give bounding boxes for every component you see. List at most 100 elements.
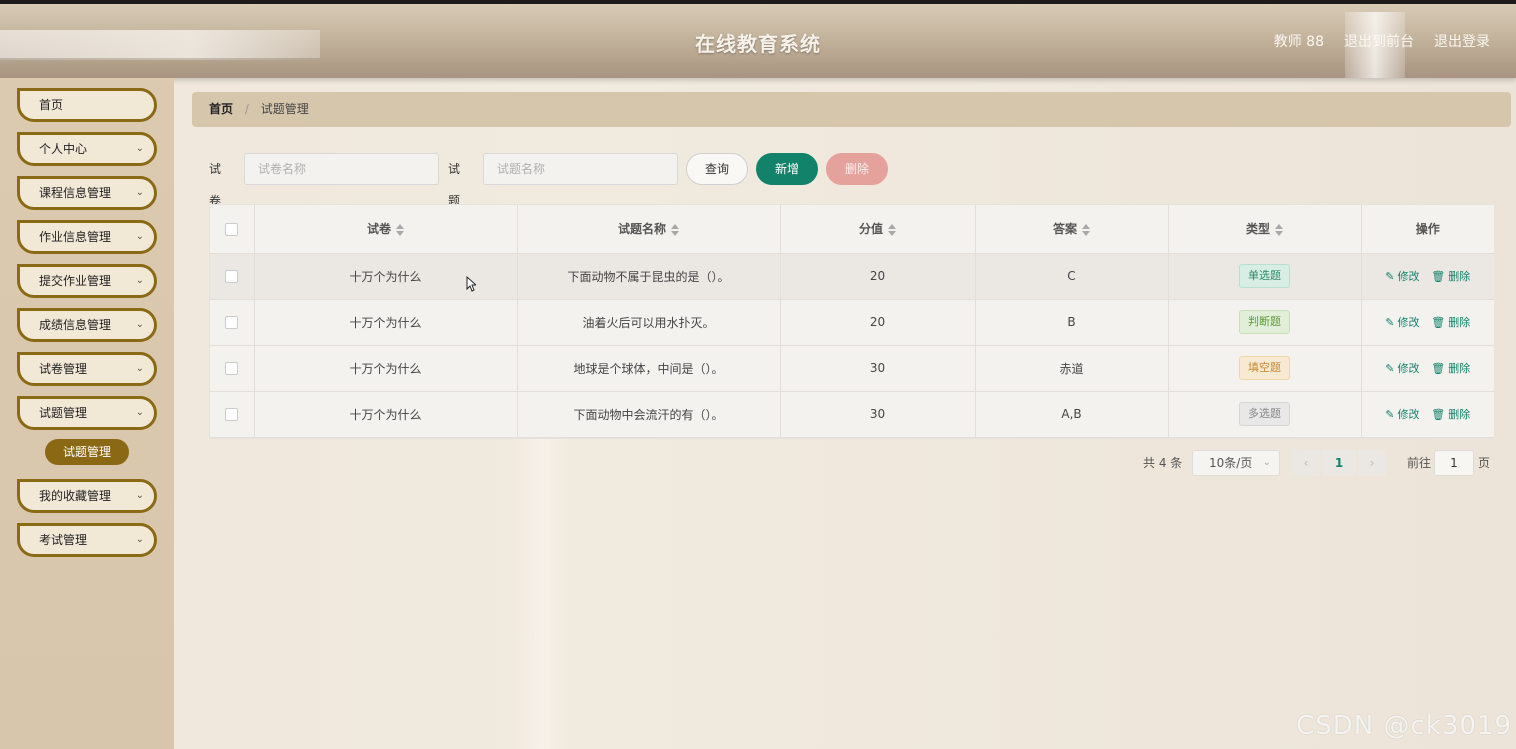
sidebar-item-label: 首页 <box>39 98 64 112</box>
delete-button[interactable]: 🗑 删除 <box>1431 316 1470 329</box>
chevron-down-icon: ⌄ <box>1262 457 1271 468</box>
trash-icon: 🗑 <box>1431 270 1446 283</box>
sidebar-item-grades[interactable]: 成绩信息管理 ⌄ <box>17 308 157 342</box>
cell-paper: 十万个为什么 <box>254 391 518 438</box>
cell-paper: 十万个为什么 <box>254 253 518 300</box>
cell-paper: 十万个为什么 <box>254 345 518 392</box>
sort-icon[interactable] <box>888 223 896 236</box>
delete-button[interactable]: 🗑 删除 <box>1431 270 1470 283</box>
table-row: 十万个为什么 地球是个球体，中间是（）。 30 赤道 填空题 ✎ 修改 🗑 删除 <box>210 345 1494 392</box>
header-actions: 教师 88 退出到前台 退出登录 <box>1274 31 1490 51</box>
add-button[interactable]: 新增 <box>756 153 818 185</box>
sidebar-item-homework-info[interactable]: 作业信息管理 ⌄ <box>17 220 157 254</box>
sort-icon[interactable] <box>1082 223 1090 236</box>
chevron-down-icon: ⌄ <box>135 407 144 418</box>
select-all-checkbox[interactable] <box>225 222 239 236</box>
chevron-down-icon: ⌄ <box>135 143 144 154</box>
breadcrumb: 首页 / 试题管理 <box>192 92 1511 127</box>
type-tag: 单选题 <box>1239 264 1290 288</box>
prev-page-button[interactable]: ‹ <box>1292 450 1320 476</box>
table-row: 十万个为什么 下面动物不属于昆虫的是（）。 20 C 单选题 ✎ 修改 🗑 删除 <box>210 253 1494 300</box>
sidebar-item-submit-homework[interactable]: 提交作业管理 ⌄ <box>17 264 157 298</box>
sidebar-item-questions[interactable]: 试题管理 ⌄ <box>17 396 157 430</box>
mouse-cursor-icon <box>466 276 476 292</box>
trash-icon: 🗑 <box>1431 408 1446 421</box>
cell-answer: A,B <box>975 391 1169 438</box>
row-checkbox[interactable] <box>225 408 239 421</box>
edit-icon: ✎ <box>1385 362 1395 375</box>
goto-page-input[interactable] <box>1434 450 1474 476</box>
paper-name-input[interactable] <box>244 153 439 185</box>
sidebar-subitem-questions[interactable]: 试题管理 <box>45 439 129 465</box>
cell-score: 30 <box>780 391 976 438</box>
cell-question-name: 下面动物中会流汗的有（）。 <box>517 391 781 438</box>
page-number[interactable]: 1 <box>1322 450 1356 476</box>
sidebar-item-home[interactable]: 首页 <box>17 88 157 122</box>
page-suffix: 页 <box>1478 456 1491 470</box>
cell-score: 30 <box>780 345 976 392</box>
user-name: 教师 88 <box>1273 34 1324 50</box>
edit-button[interactable]: ✎ 修改 <box>1385 362 1419 375</box>
edit-button[interactable]: ✎ 修改 <box>1385 270 1419 283</box>
batch-delete-button[interactable]: 删除 <box>826 153 888 185</box>
top-header: 在线教育系统 教师 88 退出到前台 退出登录 <box>0 0 1516 78</box>
col-header-paper[interactable]: 试卷 <box>254 205 518 254</box>
watermark: CSDN @ck3019 <box>1296 711 1512 741</box>
to-front-link[interactable]: 退出到前台 <box>1344 31 1414 51</box>
col-header-score[interactable]: 分值 <box>780 205 976 254</box>
type-tag: 判断题 <box>1239 310 1290 334</box>
col-header-answer[interactable]: 答案 <box>975 205 1169 254</box>
type-tag: 多选题 <box>1239 402 1290 426</box>
edit-icon: ✎ <box>1385 270 1395 283</box>
question-name-input[interactable] <box>483 153 678 185</box>
trash-icon: 🗑 <box>1431 362 1446 375</box>
chevron-down-icon: ⌄ <box>135 231 144 242</box>
edit-icon: ✎ <box>1385 408 1395 421</box>
page-size-select[interactable]: 10条/页 ⌄ <box>1192 450 1280 476</box>
goto-label: 前往 <box>1407 456 1432 470</box>
breadcrumb-home[interactable]: 首页 <box>209 102 233 116</box>
logout-link[interactable]: 退出登录 <box>1434 31 1490 51</box>
sidebar-item-label: 成绩信息管理 <box>39 318 112 332</box>
cell-answer: 赤道 <box>975 345 1169 392</box>
next-page-button[interactable]: › <box>1358 450 1386 476</box>
cell-answer: C <box>975 253 1169 300</box>
sidebar-item-exams[interactable]: 考试管理 ⌄ <box>17 523 157 557</box>
chevron-left-icon: ‹ <box>1303 456 1309 470</box>
row-checkbox[interactable] <box>225 270 239 283</box>
row-checkbox[interactable] <box>225 362 239 375</box>
delete-button[interactable]: 🗑 删除 <box>1431 362 1470 375</box>
breadcrumb-current: 试题管理 <box>260 102 309 116</box>
sidebar-item-label: 我的收藏管理 <box>39 489 112 503</box>
chevron-down-icon: ⌄ <box>135 187 144 198</box>
col-header-type[interactable]: 类型 <box>1168 205 1362 254</box>
cell-question-name: 油着火后可以用水扑灭。 <box>517 299 781 346</box>
table-header-row: 试卷 试题名称 分值 答案 类型 操作 <box>210 205 1494 254</box>
sidebar-item-label: 作业信息管理 <box>39 230 112 244</box>
sidebar-item-label: 试卷管理 <box>39 362 88 376</box>
sidebar-item-label: 提交作业管理 <box>39 274 112 288</box>
sidebar: 首页 个人中心 ⌄ 课程信息管理 ⌄ 作业信息管理 ⌄ 提交作业管理 ⌄ 成绩信… <box>0 78 174 749</box>
pagination: 共 4 条 10条/页 ⌄ ‹ 1 › 前往 页 <box>174 450 1516 476</box>
trash-icon: 🗑 <box>1431 316 1446 329</box>
col-header-question-name[interactable]: 试题名称 <box>517 205 781 254</box>
chevron-down-icon: ⌄ <box>135 490 144 501</box>
chevron-down-icon: ⌄ <box>135 363 144 374</box>
sidebar-item-papers[interactable]: 试卷管理 ⌄ <box>17 352 157 386</box>
cell-score: 20 <box>780 253 976 300</box>
sort-icon[interactable] <box>671 223 679 236</box>
sort-icon[interactable] <box>1275 223 1283 236</box>
total-count: 共 4 条 <box>1143 456 1183 470</box>
edit-button[interactable]: ✎ 修改 <box>1385 316 1419 329</box>
sidebar-item-course-info[interactable]: 课程信息管理 ⌄ <box>17 176 157 210</box>
delete-button[interactable]: 🗑 删除 <box>1431 408 1470 421</box>
cell-question-name: 下面动物不属于昆虫的是（）。 <box>517 253 781 300</box>
chevron-right-icon: › <box>1369 456 1375 470</box>
query-button[interactable]: 查询 <box>686 153 748 185</box>
sort-icon[interactable] <box>396 223 404 236</box>
cell-answer: B <box>975 299 1169 346</box>
edit-button[interactable]: ✎ 修改 <box>1385 408 1419 421</box>
row-checkbox[interactable] <box>225 316 239 329</box>
sidebar-item-favorites[interactable]: 我的收藏管理 ⌄ <box>17 479 157 513</box>
sidebar-item-personal-center[interactable]: 个人中心 ⌄ <box>17 132 157 166</box>
